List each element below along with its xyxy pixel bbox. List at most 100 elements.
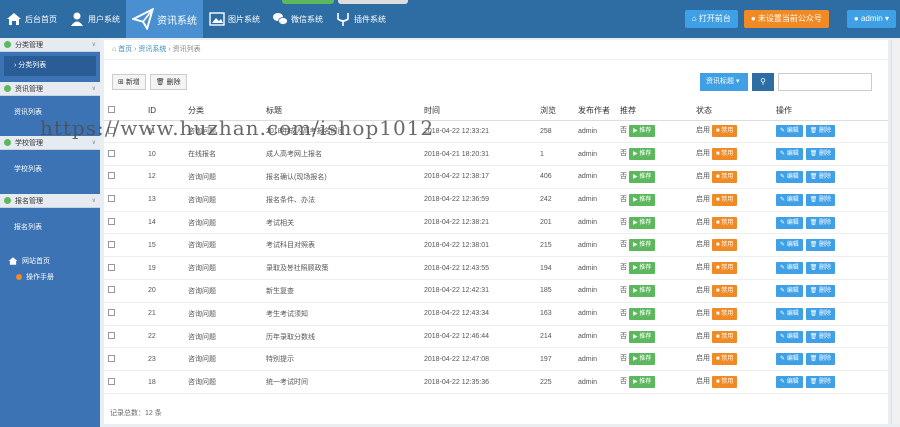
cell-title[interactable]: 统一考试时间 <box>262 370 420 395</box>
recommend-button[interactable]: ▶ 推荐 <box>628 376 656 389</box>
recommend-button[interactable]: ▶ 推荐 <box>628 307 656 320</box>
delete-button[interactable]: 🗑 删除 <box>805 239 836 252</box>
recommend-button[interactable]: ▶ 推荐 <box>628 330 656 343</box>
sidebar-item-news-list[interactable]: 资讯列表 <box>0 96 100 136</box>
recommend-button[interactable]: ▶ 推荐 <box>628 170 656 183</box>
recommend-button[interactable]: ▶ 推荐 <box>628 353 656 366</box>
recommend-button[interactable]: ▶ 推荐 <box>628 125 656 138</box>
nav-users[interactable]: 用户系统 <box>63 0 126 38</box>
breadcrumb-home[interactable]: 首页 <box>118 46 132 53</box>
wechat-account-button[interactable]: ● 未设置当前公众号 <box>743 10 829 28</box>
row-checkbox[interactable] <box>108 332 115 340</box>
edit-button[interactable]: ✎ 编辑 <box>776 376 803 389</box>
breadcrumb-system[interactable]: 资讯系统 <box>138 46 166 53</box>
edit-button[interactable]: ✎ 编辑 <box>776 284 803 297</box>
delete-button[interactable]: 🗑 删除 <box>805 330 836 343</box>
edit-button[interactable]: ✎ 编辑 <box>776 170 803 183</box>
row-checkbox[interactable] <box>108 172 115 180</box>
row-checkbox[interactable] <box>108 286 115 294</box>
edit-button[interactable]: ✎ 编辑 <box>776 125 803 138</box>
open-frontend-button[interactable]: ⌂ 打开前台 <box>684 10 738 28</box>
select-all-checkbox[interactable] <box>108 106 115 114</box>
sidebar-item-signup-list[interactable]: 报名列表 <box>0 208 100 252</box>
search-input[interactable] <box>778 73 872 91</box>
row-checkbox[interactable] <box>108 218 115 226</box>
disable-button[interactable]: ■ 禁用 <box>711 125 738 138</box>
recommend-button[interactable]: ▶ 推荐 <box>628 216 656 229</box>
delete-button[interactable]: 🗑 删除 <box>805 284 836 297</box>
edit-button[interactable]: ✎ 编辑 <box>776 148 803 161</box>
sidebar-group-signup[interactable]: 报名管理 ∨ <box>0 194 100 208</box>
nav-home[interactable]: 后台首页 <box>0 0 63 38</box>
disable-button[interactable]: ■ 禁用 <box>711 239 738 252</box>
sidebar-group-school[interactable]: 学校管理 ∨ <box>0 136 100 150</box>
sidebar-group-category[interactable]: 分类管理 ∨ <box>0 38 100 52</box>
cell-title[interactable]: 考生考试须知 <box>262 302 420 326</box>
disable-button[interactable]: ■ 禁用 <box>711 376 738 389</box>
disable-button[interactable]: ■ 禁用 <box>711 148 738 161</box>
row-checkbox[interactable] <box>108 354 115 362</box>
cell-title[interactable]: 报名条件、办法 <box>262 188 420 212</box>
disable-button[interactable]: ■ 禁用 <box>711 193 738 206</box>
row-checkbox[interactable] <box>108 240 115 248</box>
recommend-button[interactable]: ▶ 推荐 <box>628 262 656 275</box>
admin-menu-button[interactable]: ● admin ▾ <box>846 10 896 28</box>
row-checkbox[interactable] <box>108 263 115 271</box>
edit-button[interactable]: ✎ 编辑 <box>776 216 803 229</box>
cell-title[interactable]: 历年录取分数线 <box>262 325 420 349</box>
delete-button[interactable]: 🗑 删除 <box>805 148 836 161</box>
row-checkbox[interactable] <box>108 149 115 157</box>
vertical-scrollbar[interactable] <box>891 40 900 424</box>
bulk-delete-button[interactable]: 🗑 删除 <box>149 74 187 90</box>
cell-title[interactable]: 录取及봉社照顾政策 <box>262 256 420 281</box>
delete-button[interactable]: 🗑 删除 <box>805 376 836 389</box>
search-field-select[interactable]: 资讯标题 ▾ <box>700 73 748 91</box>
sidebar-item-category-list[interactable]: › 分类列表 <box>4 56 96 76</box>
edit-button[interactable]: ✎ 编辑 <box>776 239 803 252</box>
delete-button[interactable]: 🗑 删除 <box>805 170 836 183</box>
delete-button[interactable]: 🗑 删除 <box>805 125 836 138</box>
sidebar-manual[interactable]: 操作手册 <box>0 270 100 284</box>
nav-plugins[interactable]: 插件系统 <box>329 0 392 38</box>
delete-button[interactable]: 🗑 删除 <box>805 262 836 275</box>
sidebar-item-school-list[interactable]: 学校列表 <box>0 150 100 194</box>
nav-wechat[interactable]: 微信系统 <box>266 0 329 38</box>
edit-button[interactable]: ✎ 编辑 <box>776 307 803 320</box>
disable-button[interactable]: ■ 禁用 <box>711 330 738 343</box>
recommend-button[interactable]: ▶ 推荐 <box>628 193 656 206</box>
edit-button[interactable]: ✎ 编辑 <box>776 353 803 366</box>
search-button[interactable]: ⚲ <box>752 73 774 91</box>
disable-button[interactable]: ■ 禁用 <box>711 284 738 297</box>
cell-title[interactable]: 成人高考网上报名 <box>262 142 420 167</box>
delete-button[interactable]: 🗑 删除 <box>805 353 836 366</box>
delete-button[interactable]: 🗑 删除 <box>805 193 836 206</box>
cell-title[interactable]: 考试科目对照表 <box>262 233 420 258</box>
disable-button[interactable]: ■ 禁用 <box>711 307 738 320</box>
disable-button[interactable]: ■ 禁用 <box>711 216 738 229</box>
edit-button[interactable]: ✎ 编辑 <box>776 262 803 275</box>
recommend-button[interactable]: ▶ 推荐 <box>628 284 656 297</box>
row-checkbox[interactable] <box>108 377 115 385</box>
disable-button[interactable]: ■ 禁用 <box>711 262 738 275</box>
row-checkbox[interactable] <box>108 126 115 134</box>
cell-title[interactable]: 新生复查 <box>262 279 420 303</box>
edit-button[interactable]: ✎ 编辑 <box>776 193 803 206</box>
recommend-button[interactable]: ▶ 推荐 <box>628 239 656 252</box>
row-checkbox[interactable] <box>108 195 115 203</box>
sidebar-group-news[interactable]: 资讯管理 ∨ <box>0 82 100 96</box>
disable-button[interactable]: ■ 禁用 <box>711 170 738 183</box>
cell-title[interactable]: 特别提示 <box>262 347 420 372</box>
cell-title[interactable]: 考试相关 <box>262 211 420 235</box>
nav-images[interactable]: 图片系统 <box>203 0 266 38</box>
recommend-button[interactable]: ▶ 推荐 <box>628 148 656 161</box>
disable-button[interactable]: ■ 禁用 <box>711 353 738 366</box>
cell-title[interactable]: 2018年成人高考报名时间 <box>262 120 420 144</box>
cell-title[interactable]: 报名确认(现场报名) <box>262 165 420 189</box>
edit-button[interactable]: ✎ 编辑 <box>776 330 803 343</box>
delete-button[interactable]: 🗑 删除 <box>805 307 836 320</box>
row-checkbox[interactable] <box>108 309 115 317</box>
sidebar-site-home[interactable]: 网站首页 <box>0 252 100 270</box>
nav-news[interactable]: 资讯系统 <box>126 0 203 38</box>
add-button[interactable]: ⊞ 新增 <box>112 74 146 90</box>
delete-button[interactable]: 🗑 删除 <box>805 216 836 229</box>
